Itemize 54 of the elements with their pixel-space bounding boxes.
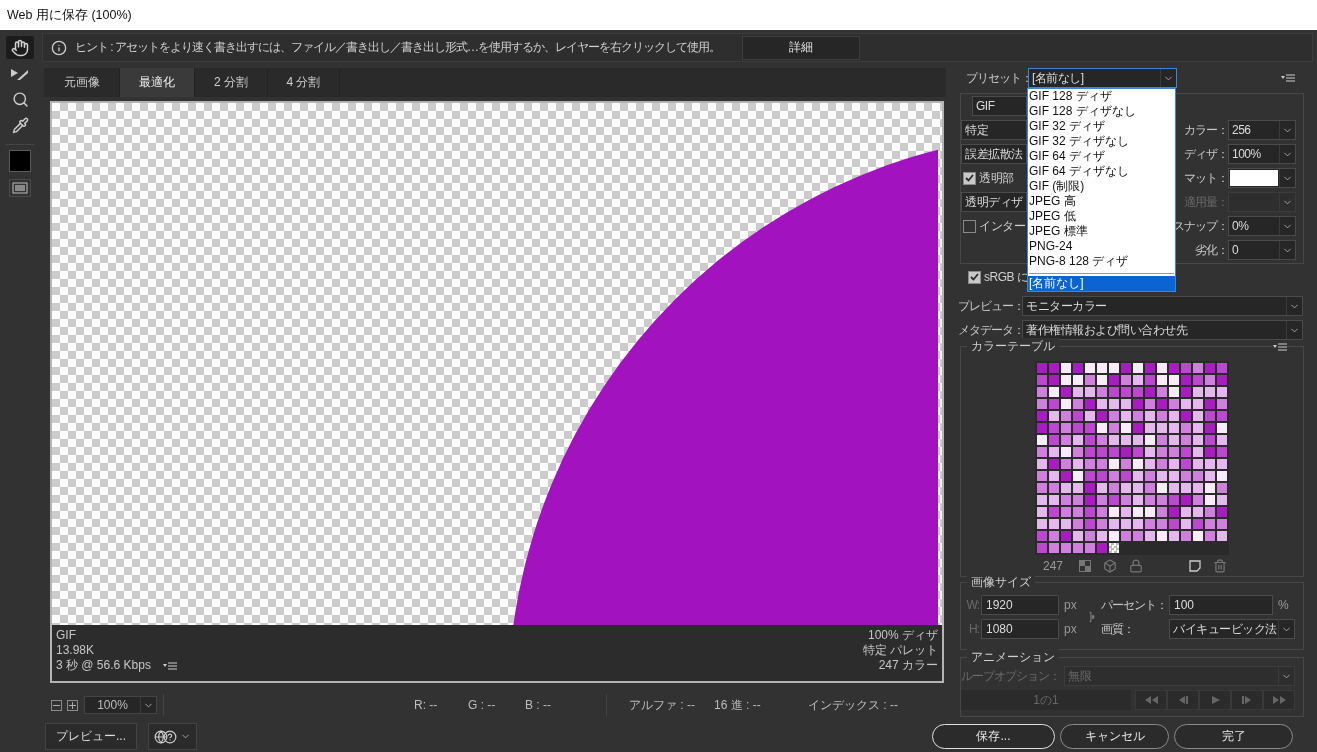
color-readout: G : -- bbox=[468, 698, 497, 712]
height-field[interactable]: 1080 bbox=[981, 619, 1059, 640]
width-field[interactable]: 1920 bbox=[981, 595, 1059, 616]
option-dropdown[interactable]: 256 bbox=[1228, 120, 1296, 140]
color-readout: アルファ : -- bbox=[629, 696, 696, 714]
zoom-dropdown[interactable]: 100% bbox=[84, 696, 157, 714]
unit-label: px bbox=[1063, 598, 1078, 613]
preset-dropdown[interactable]: [名前なし] bbox=[1028, 68, 1177, 88]
color-readout: 16 進 : -- bbox=[714, 696, 762, 714]
quality-dropdown[interactable]: バイキュービック法 bbox=[1169, 619, 1295, 640]
metadata-dropdown[interactable]: 著作権情報および問い合わせ先 bbox=[1022, 320, 1303, 341]
color-readout: B : -- bbox=[525, 698, 552, 712]
unit-label: % bbox=[1277, 598, 1290, 613]
info-text: 特定 パレット bbox=[862, 643, 938, 658]
dialog-button[interactable]: キャンセル bbox=[1060, 724, 1169, 749]
dialog-button[interactable]: 完了 bbox=[1174, 724, 1293, 749]
menu-item[interactable]: [名前なし] bbox=[1028, 276, 1175, 291]
info-text: 3 秒 @ 56.6 Kbps bbox=[56, 658, 151, 673]
quality-label: 画質： bbox=[1101, 621, 1134, 636]
preview-dropdown[interactable]: モニターカラー bbox=[1022, 296, 1303, 317]
option-label: ディザ： bbox=[1184, 146, 1228, 161]
option-dropdown[interactable]: 0% bbox=[1228, 216, 1296, 236]
option-dropdown[interactable]: 誤差拡散法 bbox=[961, 144, 1027, 164]
option-dropdown[interactable]: 透明ディザ bbox=[961, 192, 1027, 212]
option-label: マット： bbox=[1184, 170, 1228, 185]
checkbox-label: 透明部 bbox=[979, 169, 1014, 187]
option-label: カラー： bbox=[1184, 122, 1228, 137]
color-count: 247 bbox=[1043, 559, 1065, 574]
details-button[interactable]: 詳細 bbox=[742, 35, 860, 60]
checkbox-label: sRGB に bbox=[984, 268, 1029, 286]
percent-label: パーセント： bbox=[1101, 597, 1167, 612]
view-tab[interactable]: 最適化 bbox=[120, 68, 195, 97]
info-text: 100% ディザ bbox=[867, 628, 938, 643]
color-readout: R: -- bbox=[414, 698, 439, 712]
height-label: H: bbox=[969, 622, 979, 637]
preview-button[interactable]: プレビュー... bbox=[45, 723, 137, 750]
percent-field[interactable]: 100 bbox=[1169, 595, 1273, 616]
hint-text: ヒント : アセットをより速く書き出すには、ファイル／書き出し／書き出し形式…を使用するか、レイヤーを右クリックして使用。 bbox=[75, 39, 720, 56]
color-readout: インデックス : -- bbox=[808, 696, 899, 714]
option-label: 劣化： bbox=[1195, 242, 1228, 257]
format-dropdown[interactable]: GIF bbox=[972, 96, 1027, 116]
width-label: W: bbox=[966, 598, 979, 613]
option-dropdown[interactable]: 0 bbox=[1228, 240, 1296, 260]
preview-label: プレビュー： bbox=[958, 298, 1024, 313]
dialog-button[interactable]: 保存... bbox=[932, 724, 1055, 749]
unit-label: px bbox=[1063, 622, 1078, 637]
checkbox-label: インター bbox=[979, 217, 1025, 235]
metadata-label: メタデータ： bbox=[958, 322, 1024, 337]
option-dropdown[interactable]: 特定 bbox=[961, 120, 1027, 140]
window-title: Web 用に保存 (100%) bbox=[7, 6, 132, 24]
info-text: GIF bbox=[56, 628, 76, 643]
option-dropdown[interactable]: 100% bbox=[1228, 144, 1296, 164]
info-text: 247 カラー bbox=[878, 658, 938, 673]
info-text: 13.98K bbox=[56, 643, 95, 658]
